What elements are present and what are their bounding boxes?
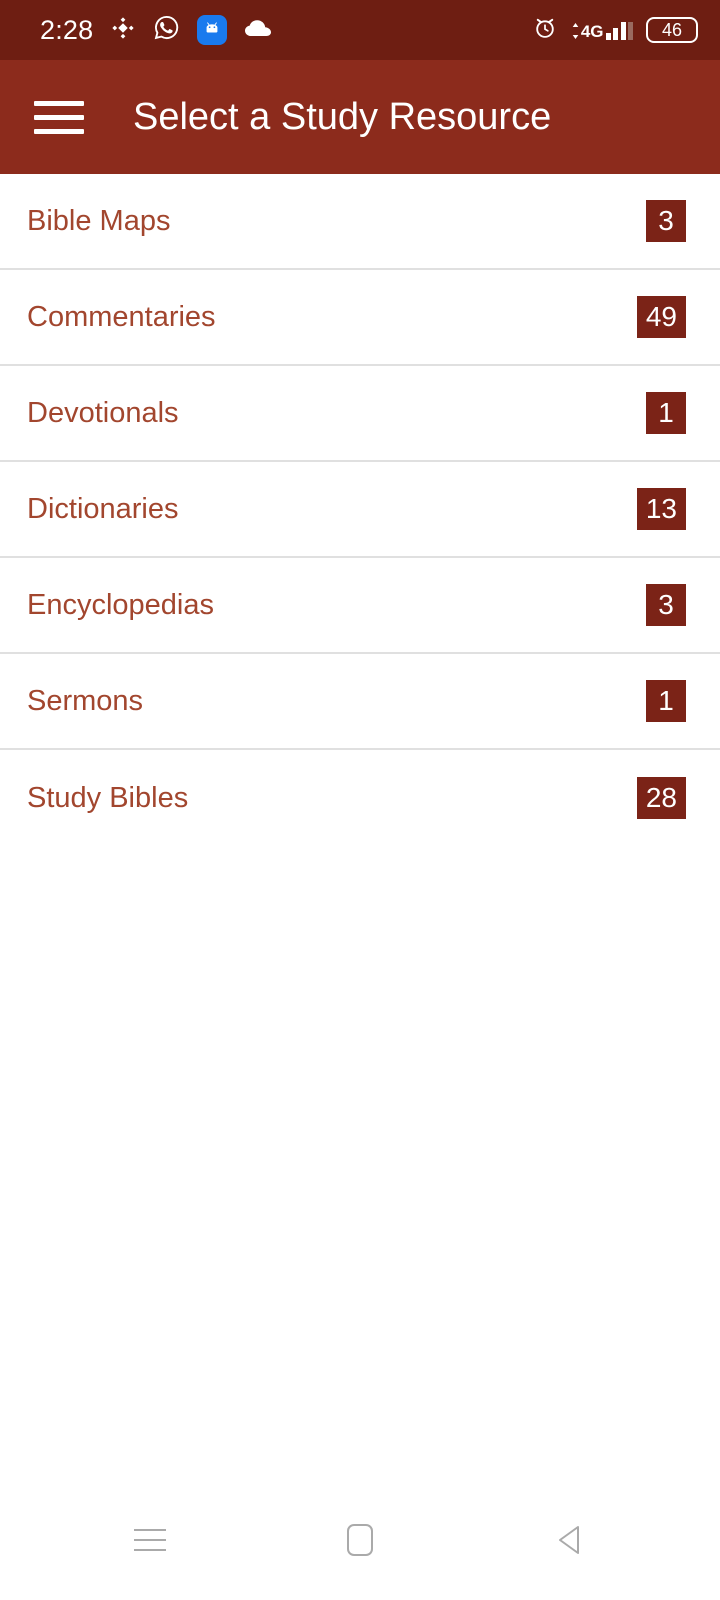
recents-lines (134, 1529, 166, 1551)
back-triangle-icon[interactable] (535, 1510, 605, 1570)
whatsapp-icon (153, 14, 180, 46)
list-item-count-badge: 49 (636, 296, 686, 338)
list-item-label: Dictionaries (27, 492, 179, 525)
list-item-label: Study Bibles (27, 781, 189, 814)
battery-level-text: 46 (661, 20, 683, 40)
recents-line (134, 1549, 166, 1551)
android-navigation-bar (0, 1480, 720, 1600)
list-item-label: Devotionals (27, 396, 179, 429)
list-item-devotionals[interactable]: Devotionals 1 (0, 366, 720, 462)
list-item-label: Encyclopedias (27, 588, 214, 621)
signal-bars-icon (605, 21, 633, 40)
alarm-clock-icon (532, 15, 558, 46)
network-type-text: 4G (580, 21, 604, 41)
recents-line (134, 1529, 166, 1531)
list-item-label: Sermons (27, 684, 144, 717)
hamburger-line (34, 114, 84, 120)
list-item-count-badge: 28 (636, 777, 686, 819)
list-item-count-badge: 3 (646, 200, 686, 242)
list-item-bible-maps[interactable]: Bible Maps 3 (0, 174, 720, 270)
status-bar-left: 2:28 (40, 14, 272, 46)
list-item-count-badge: 3 (646, 584, 686, 626)
list-item-study-bibles[interactable]: Study Bibles 28 (0, 750, 720, 846)
status-bar-right: 4G 46 (532, 15, 698, 46)
list-item-label: Commentaries (27, 300, 216, 333)
home-square-icon[interactable] (325, 1510, 395, 1570)
home-square-shape (347, 1524, 373, 1556)
resource-list: Bible Maps 3 Commentaries 49 Devotionals… (0, 174, 720, 1480)
cloud-icon (244, 18, 272, 43)
list-item-count-badge: 13 (636, 488, 686, 530)
list-item-encyclopedias[interactable]: Encyclopedias 3 (0, 558, 720, 654)
hamburger-line (34, 128, 84, 134)
list-item-commentaries[interactable]: Commentaries 49 (0, 270, 720, 366)
binance-diamond-icon (110, 15, 136, 46)
recents-menu-icon[interactable] (115, 1510, 185, 1570)
list-item-sermons[interactable]: Sermons 1 (0, 654, 720, 750)
network-type-label: 4G (571, 23, 604, 40)
list-item-count-badge: 1 (646, 680, 686, 722)
battery-indicator: 46 (646, 17, 698, 43)
status-time: 2:28 (40, 14, 94, 45)
hamburger-menu-icon[interactable] (34, 97, 84, 137)
app-screen: 2:28 4G 46 Select a Study Resource Bible… (0, 0, 720, 1600)
status-bar: 2:28 4G 46 (0, 0, 720, 60)
list-item-count-badge: 1 (646, 392, 686, 434)
hamburger-line (34, 100, 84, 106)
android-icon (197, 15, 228, 45)
back-triangle-shape (559, 1526, 579, 1554)
page-title: Select a Study Resource (133, 96, 552, 138)
recents-line (134, 1539, 166, 1541)
network-status: 4G (571, 21, 633, 40)
list-item-label: Bible Maps (27, 204, 171, 237)
list-item-dictionaries[interactable]: Dictionaries 13 (0, 462, 720, 558)
app-bar: Select a Study Resource (0, 60, 720, 174)
